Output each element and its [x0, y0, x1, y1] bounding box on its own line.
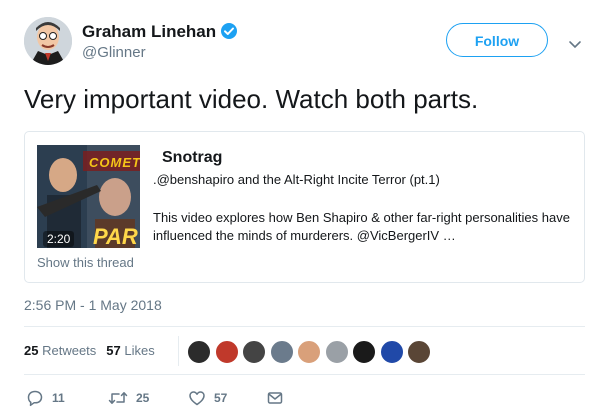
- likes-count: 57: [106, 343, 121, 358]
- card-description: This video explores how Ben Shapiro & ot…: [153, 210, 570, 243]
- author-name-row[interactable]: Graham Linehan: [82, 22, 238, 45]
- thumbnail-title-text: COMET: [89, 155, 140, 170]
- stats-divider: [178, 336, 179, 366]
- thumbnail-part-text: PAR: [93, 224, 138, 248]
- retweets-count: 25: [24, 343, 39, 358]
- like-button[interactable]: 57: [188, 388, 227, 408]
- reply-button[interactable]: 11: [26, 388, 65, 408]
- tweet-timestamp[interactable]: 2:56 PM - 1 May 2018: [24, 297, 162, 313]
- tweet-text: Very important video. Watch both parts.: [24, 84, 479, 114]
- liker-avatar[interactable]: [269, 340, 294, 364]
- divider: [24, 374, 585, 375]
- follow-button[interactable]: Follow: [446, 23, 548, 57]
- retweets-label: Retweets: [42, 343, 97, 358]
- author-handle[interactable]: @Glinner: [82, 44, 146, 61]
- card-subtitle: .@benshapiro and the Alt-Right Incite Te…: [153, 172, 440, 187]
- liker-avatar[interactable]: [297, 340, 321, 364]
- like-count: 57: [214, 391, 228, 405]
- retweets-stat[interactable]: 25 Retweets: [24, 343, 96, 358]
- display-name[interactable]: Graham Linehan: [82, 22, 216, 41]
- retweet-count: 25: [136, 391, 150, 405]
- engagement-stats: 25 Retweets 57 Likes: [24, 343, 155, 358]
- liker-avatar[interactable]: [324, 340, 349, 364]
- reply-icon: [27, 390, 43, 407]
- likes-label: Likes: [124, 343, 155, 358]
- likes-stat[interactable]: 57 Likes: [106, 343, 154, 358]
- tweet-actions: 11 25 57: [24, 388, 344, 408]
- retweet-icon: [108, 392, 128, 404]
- liker-avatar[interactable]: [187, 340, 211, 364]
- retweet-button[interactable]: 25: [108, 388, 149, 408]
- message-icon: [267, 392, 283, 404]
- liker-avatar[interactable]: [214, 340, 239, 364]
- verified-badge-icon: [220, 22, 238, 45]
- reply-count: 11: [52, 391, 65, 405]
- divider: [24, 326, 585, 327]
- liker-avatar[interactable]: [242, 340, 266, 364]
- author-avatar[interactable]: [24, 17, 72, 65]
- liker-avatar[interactable]: [352, 340, 376, 364]
- liker-avatar[interactable]: [379, 340, 404, 364]
- direct-message-button[interactable]: [266, 388, 284, 408]
- liker-avatar[interactable]: [407, 340, 431, 364]
- video-thumbnail[interactable]: COMET PAR 2:20: [37, 145, 140, 248]
- link-card[interactable]: COMET PAR 2:20 Snotrag .@benshapiro and …: [24, 131, 585, 283]
- show-thread-link[interactable]: Show this thread: [37, 255, 134, 270]
- video-duration: 2:20: [43, 231, 75, 247]
- chevron-down-icon[interactable]: [568, 37, 582, 55]
- card-title[interactable]: Snotrag: [162, 149, 222, 167]
- heart-icon: [189, 391, 205, 406]
- caricature-avatar-image: [24, 17, 72, 65]
